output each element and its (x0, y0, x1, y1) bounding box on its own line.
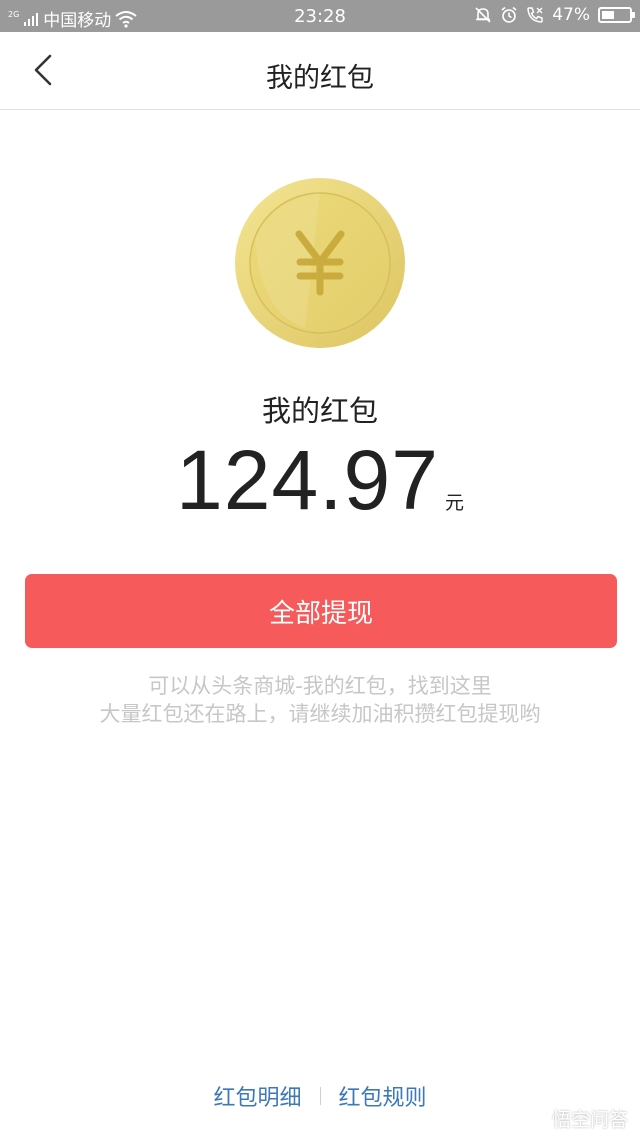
wallet-label: 我的红包 (261, 394, 378, 428)
status-right: 47% (474, 5, 635, 25)
battery-level (602, 11, 615, 19)
phone-call-icon (527, 7, 543, 23)
withdraw-all-button[interactable]: 全部提现 (25, 574, 617, 648)
alarm-icon (501, 6, 517, 23)
watermark-text: 悟空问答 (551, 1109, 628, 1131)
bell-mute-icon (475, 7, 491, 23)
details-link[interactable]: 红包明细 (213, 1080, 301, 1112)
balance-row: 124.97 元 (0, 432, 640, 529)
tips-text: 可以从头条商城-我的红包，找到这里 大量红包还在路上，请继续加油积攒红包提现哟 (0, 672, 640, 728)
currency-unit: 元 (444, 492, 464, 514)
watermark: 悟空问答 (520, 1105, 628, 1132)
battery-percent: 47% (552, 5, 590, 25)
tip-line-1: 可以从头条商城-我的红包，找到这里 (148, 674, 492, 698)
footer-divider (319, 1087, 321, 1105)
yuan-coin-icon (235, 178, 405, 348)
balance-amount: 124.97 (176, 433, 439, 527)
tip-line-2: 大量红包还在路上，请继续加油积攒红包提现哟 (99, 702, 541, 726)
rules-link[interactable]: 红包规则 (339, 1080, 427, 1112)
nav-bar: 我的红包 (0, 32, 640, 110)
battery-icon (598, 7, 635, 23)
speech-bubble-icon (520, 1108, 546, 1130)
status-bar: 2G 中国移动 23:28 47% (0, 0, 640, 32)
page-title: 我的红包 (266, 63, 374, 94)
